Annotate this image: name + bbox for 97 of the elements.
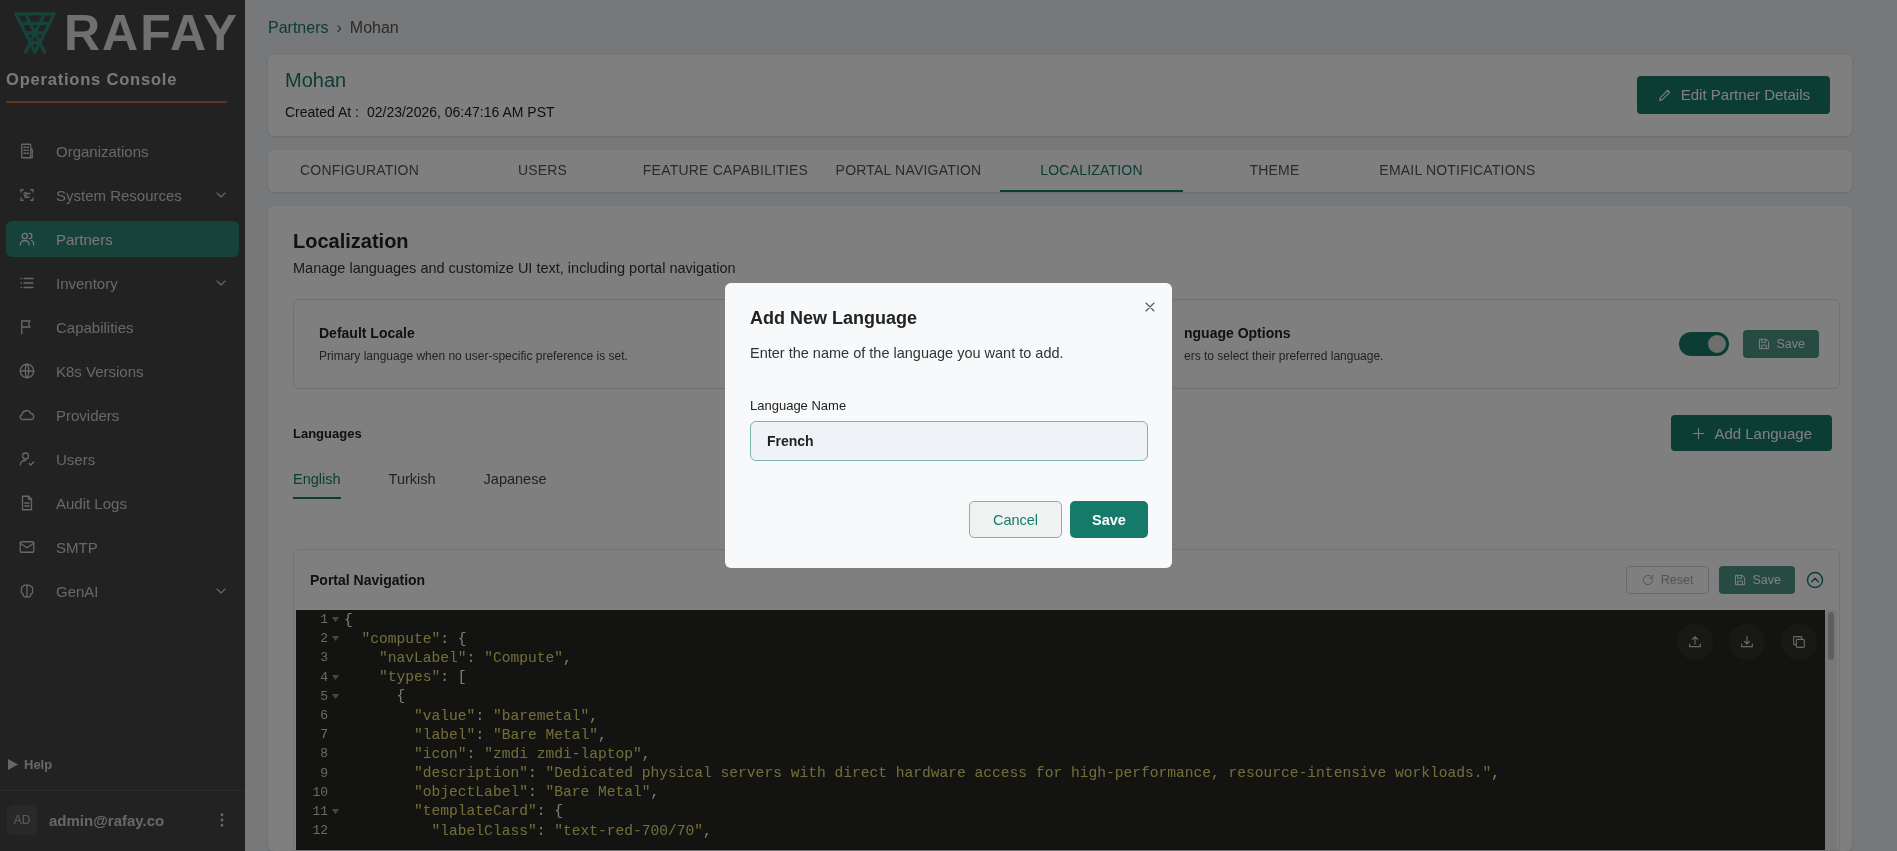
code-line: "compute": { — [360, 630, 467, 647]
console-title: Operations Console — [6, 70, 179, 89]
setting-title: Default Locale — [319, 325, 415, 341]
code-line: "templateCard": { — [413, 803, 563, 820]
plus-icon — [1691, 425, 1707, 441]
setting-title: nguage Options — [1184, 325, 1291, 341]
code-line: { — [343, 611, 353, 628]
copy-button[interactable] — [1781, 624, 1817, 660]
code-line: "description": "Dedicated physical servers with direct hardware access for high-performance, resource-intensive workloads.", — [413, 765, 1501, 782]
language-name-field[interactable]: French — [750, 421, 1148, 461]
setting-description: Primary language when no user-specific preference is set. — [319, 349, 628, 363]
nav-item[interactable]: Users — [6, 441, 239, 477]
line-number: 7 — [319, 727, 328, 743]
tab[interactable]: PORTAL NAVIGATION — [817, 150, 1000, 192]
tab[interactable]: FEATURE CAPABILITIES — [634, 150, 817, 192]
logo-text: RAFAY — [64, 8, 239, 58]
save-button[interactable]: Save — [1070, 501, 1148, 538]
nav-item[interactable]: Inventory — [6, 265, 239, 301]
upload-button[interactable] — [1677, 624, 1713, 660]
code-line: "labelClass": "text-red-700/70", — [430, 822, 712, 839]
breadcrumb-separator: › — [336, 19, 342, 38]
code-line: "value": "baremetal", — [413, 707, 598, 724]
help-link[interactable]: Help — [24, 757, 53, 772]
code-line: "objectLabel": "Bare Metal", — [413, 784, 660, 801]
mail-icon — [18, 538, 36, 556]
scan-icon — [18, 186, 36, 204]
building-icon — [18, 142, 36, 160]
breadcrumb-link[interactable]: Partners — [268, 19, 329, 38]
edit-partner-button[interactable]: Edit Partner Details — [1636, 75, 1830, 114]
code-line: "navLabel": "Compute", — [378, 649, 572, 666]
refresh-icon — [1640, 573, 1655, 587]
nav-item[interactable]: SMTP — [6, 529, 239, 565]
globe-icon — [18, 362, 36, 380]
line-number: 6 — [319, 708, 328, 724]
fold-icon[interactable] — [331, 617, 339, 623]
brain-icon — [18, 582, 36, 600]
upload-icon — [1687, 634, 1703, 650]
nav-item[interactable]: Organizations — [6, 133, 239, 169]
user-email: admin@rafay.co — [49, 811, 166, 829]
line-number: 12 — [311, 823, 328, 839]
triangle-icon[interactable] — [8, 759, 18, 770]
nav-item[interactable]: Partners — [6, 221, 239, 257]
created-label: Created At : — [285, 104, 359, 121]
save-icon — [1756, 337, 1771, 351]
fold-icon[interactable] — [331, 674, 339, 680]
dialog-title: Add New Language — [750, 308, 918, 329]
tab[interactable]: LOCALIZATION — [1000, 150, 1183, 192]
line-number: 3 — [319, 650, 328, 666]
nav-item[interactable]: System Resources — [6, 177, 239, 213]
download-icon — [1739, 634, 1755, 650]
users-icon — [18, 230, 36, 248]
copy-icon — [1791, 634, 1807, 650]
download-button[interactable] — [1729, 624, 1765, 660]
tab[interactable]: CONFIGURATION — [268, 150, 451, 192]
breadcrumb-current: Mohan — [349, 19, 399, 38]
language-tab[interactable]: Turkish — [388, 471, 436, 499]
cancel-button[interactable]: Cancel — [969, 501, 1062, 538]
add-language-button[interactable]: Add Language — [1671, 415, 1832, 451]
line-number: 8 — [319, 746, 328, 762]
nav-item[interactable]: Providers — [6, 397, 239, 433]
setting-description: ers to select their preferred language. — [1184, 349, 1384, 363]
code-line: "icon": "zmdi zmdi-laptop", — [413, 745, 651, 762]
field-label: Language Name — [750, 398, 848, 413]
partner-name: Mohan — [285, 69, 348, 93]
code-line: "label": "Bare Metal", — [413, 726, 607, 743]
dialog-description: Enter the name of the language you want to add. — [750, 345, 1065, 361]
section-description: Manage languages and customize UI text, including portal navigation — [293, 260, 737, 276]
line-number: 5 — [319, 688, 328, 704]
panel-title: Portal Navigation — [310, 572, 427, 588]
nav-item[interactable]: Capabilities — [6, 309, 239, 345]
line-number: 1 — [319, 612, 328, 628]
scrollbar[interactable] — [1825, 610, 1837, 850]
language-tab[interactable]: Japanese — [483, 471, 547, 499]
nav-item[interactable]: Audit Logs — [6, 485, 239, 521]
languages-label: Languages — [293, 425, 362, 441]
tab[interactable]: USERS — [451, 150, 634, 192]
section-title: Localization — [293, 230, 410, 253]
line-number: 2 — [319, 631, 328, 647]
chevron-up-icon[interactable] — [1805, 570, 1825, 590]
nav-item[interactable]: GenAI — [6, 573, 239, 609]
fold-icon[interactable] — [331, 636, 339, 642]
tab[interactable]: EMAIL NOTIFICATIONS — [1366, 150, 1549, 192]
nav-item[interactable]: K8s Versions — [6, 353, 239, 389]
code-line: { — [395, 688, 406, 705]
language-tab[interactable]: English — [293, 471, 341, 499]
line-number: 9 — [319, 765, 328, 781]
fold-icon[interactable] — [331, 808, 339, 814]
line-number: 10 — [311, 784, 328, 800]
line-number: 4 — [319, 669, 328, 685]
fold-icon[interactable] — [331, 693, 339, 699]
save-icon — [1732, 573, 1747, 587]
tab[interactable]: THEME — [1183, 150, 1366, 192]
line-number: 11 — [311, 803, 328, 819]
created-value: 02/23/2026, 06:47:16 AM PST — [366, 104, 555, 121]
toggle-switch[interactable] — [1678, 332, 1729, 356]
code-line: "types": [ — [378, 669, 467, 686]
user-check-icon — [18, 450, 36, 468]
